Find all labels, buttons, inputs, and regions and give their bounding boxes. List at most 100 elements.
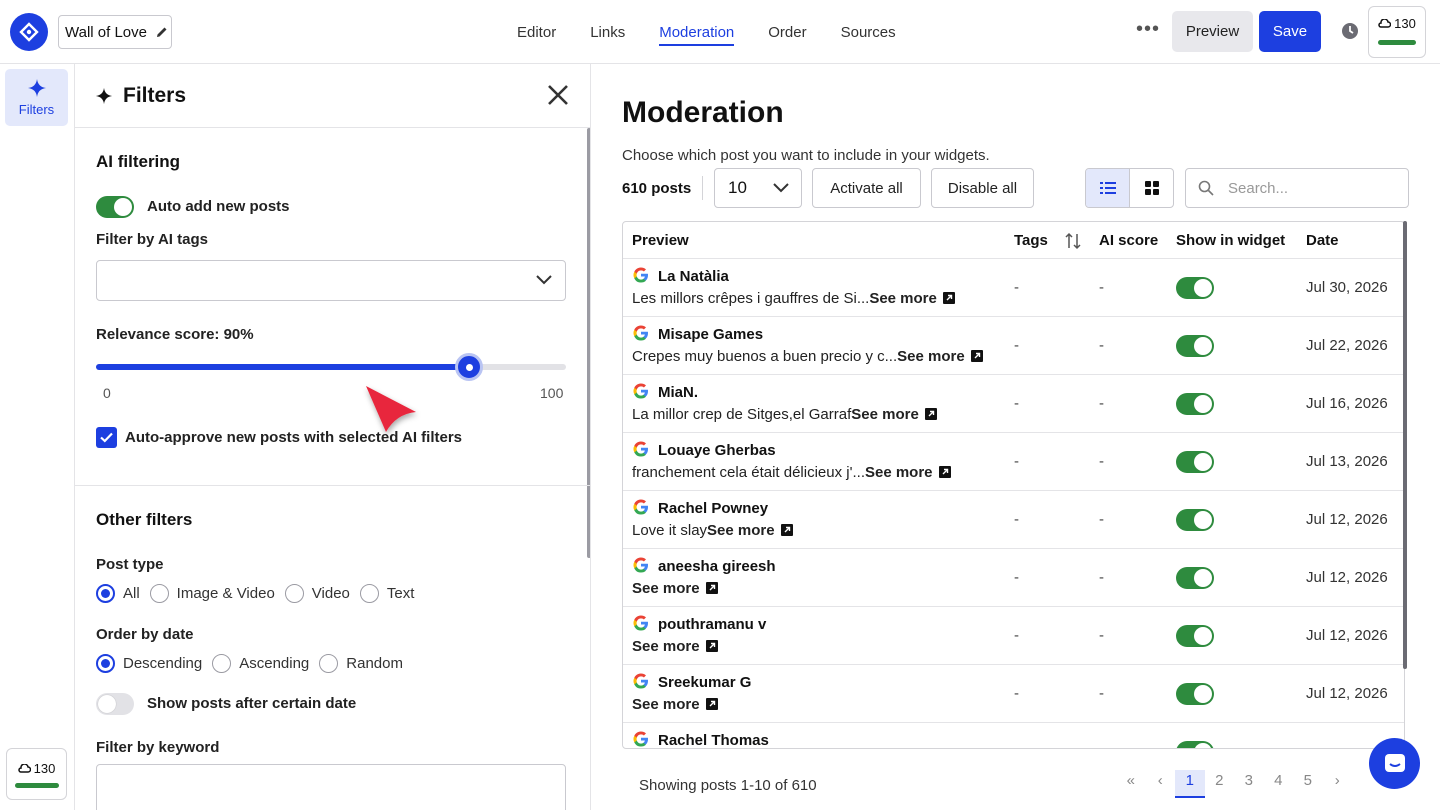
search-field[interactable] — [1185, 168, 1409, 208]
ai-score-cell: - — [1099, 337, 1104, 354]
chevron-down-icon — [773, 183, 789, 193]
chevron-down-icon — [536, 275, 552, 285]
chat-support-button[interactable] — [1369, 738, 1420, 789]
project-name-field[interactable]: Wall of Love — [58, 15, 172, 49]
ai-score-cell: - — [1099, 511, 1104, 528]
external-link-icon[interactable] — [933, 464, 951, 481]
show-in-widget-toggle[interactable] — [1176, 509, 1214, 531]
grid-view-button[interactable] — [1130, 169, 1173, 207]
save-button[interactable]: Save — [1259, 11, 1321, 52]
post-type-label: Post type — [96, 556, 164, 573]
table-header: Preview Tags AI score Show in widget Dat… — [623, 222, 1404, 259]
post-date: Jul 13, 2026 — [1306, 453, 1388, 470]
external-link-icon[interactable] — [775, 522, 793, 539]
credits-widget[interactable]: 130 — [1368, 6, 1426, 58]
close-icon[interactable] — [545, 82, 571, 108]
order-ascending-radio[interactable] — [212, 654, 232, 673]
tags-cell: - — [1014, 511, 1019, 528]
tab-links[interactable]: Links — [573, 0, 642, 64]
show-in-widget-toggle[interactable] — [1176, 683, 1214, 705]
tags-cell: - — [1014, 569, 1019, 586]
see-more-link[interactable]: See more — [869, 290, 937, 307]
grid-icon — [1144, 181, 1159, 195]
order-descending-label: Descending — [123, 655, 203, 672]
page-1-button[interactable]: 1 — [1175, 770, 1205, 798]
show-in-widget-toggle[interactable] — [1176, 451, 1214, 473]
tab-editor[interactable]: Editor — [500, 0, 573, 64]
table-scrollbar[interactable] — [1403, 221, 1407, 669]
show-in-widget-toggle[interactable] — [1176, 567, 1214, 589]
page-3-button[interactable]: 3 — [1234, 770, 1264, 798]
post-snippet: La millor crep de Sitges,el GarrafSee mo… — [632, 406, 937, 423]
ai-score-cell: - — [1099, 627, 1104, 644]
ai-score-cell: - — [1099, 453, 1104, 470]
relevance-slider-thumb[interactable] — [455, 353, 483, 381]
cloud-icon — [1378, 18, 1392, 28]
app-logo[interactable] — [10, 13, 48, 51]
see-more-link[interactable]: See more — [707, 522, 775, 539]
order-radio-group: Descending Ascending Random — [96, 654, 413, 673]
credits-widget-bottom[interactable]: 130 — [6, 748, 67, 800]
prev-page-icon[interactable]: ‹ — [1146, 770, 1176, 798]
per-page-select[interactable]: 10 — [714, 168, 802, 208]
page-5-button[interactable]: 5 — [1293, 770, 1323, 798]
post-date: Jul 12, 2026 — [1306, 627, 1388, 644]
post-date: Jul 16, 2026 — [1306, 395, 1388, 412]
show-in-widget-toggle[interactable] — [1176, 625, 1214, 647]
disable-all-button[interactable]: Disable all — [931, 168, 1034, 208]
external-link-icon[interactable] — [700, 638, 718, 655]
slider-max-label: 100 — [540, 385, 564, 401]
see-more-link[interactable]: See more — [851, 406, 919, 423]
show-in-widget-toggle[interactable] — [1176, 277, 1214, 299]
first-page-icon[interactable]: « — [1116, 770, 1146, 798]
see-more-link[interactable]: See more — [632, 696, 700, 713]
see-more-link[interactable]: See more — [632, 638, 700, 655]
external-link-icon[interactable] — [700, 580, 718, 597]
order-descending-radio[interactable] — [96, 654, 115, 673]
rail-filters-button[interactable]: Filters — [5, 69, 68, 126]
external-link-icon[interactable] — [700, 696, 718, 713]
post-type-text-radio[interactable] — [359, 584, 379, 603]
activate-all-button[interactable]: Activate all — [812, 168, 921, 208]
page-4-button[interactable]: 4 — [1264, 770, 1294, 798]
order-ascending-label: Ascending — [239, 655, 310, 672]
post-snippet: Les millors crêpes i gauffres de Si...Se… — [632, 290, 955, 307]
order-random-radio[interactable] — [319, 654, 339, 673]
history-clock-icon[interactable] — [1341, 22, 1359, 45]
page-2-button[interactable]: 2 — [1205, 770, 1235, 798]
show-in-widget-toggle[interactable] — [1176, 741, 1214, 748]
more-options-icon[interactable]: ••• — [1136, 18, 1160, 41]
tags-cell: - — [1014, 685, 1019, 702]
show-in-widget-toggle[interactable] — [1176, 335, 1214, 357]
see-more-link[interactable]: See more — [632, 580, 700, 597]
tab-moderation[interactable]: Moderation — [642, 0, 751, 64]
post-snippet: See more — [632, 638, 718, 655]
preview-button[interactable]: Preview — [1172, 11, 1253, 52]
ai-tags-select[interactable] — [96, 260, 566, 301]
auto-add-toggle[interactable] — [96, 196, 134, 218]
post-type-all-radio[interactable] — [96, 584, 115, 603]
external-link-icon[interactable] — [965, 348, 983, 365]
external-link-icon[interactable] — [919, 406, 937, 423]
table-row: pouthramanu v See more - - Jul 12, 2026 — [623, 607, 1404, 665]
relevance-slider[interactable] — [96, 353, 566, 381]
page-title: Moderation — [622, 96, 784, 129]
see-more-link[interactable]: See more — [865, 464, 933, 481]
post-type-video-radio[interactable] — [284, 584, 304, 603]
post-type-image-video-radio[interactable] — [149, 584, 169, 603]
main-tabs: Editor Links Moderation Order Sources — [500, 0, 913, 64]
tags-cell: - — [1014, 453, 1019, 470]
relevance-slider-fill — [96, 364, 469, 370]
tab-order[interactable]: Order — [751, 0, 823, 64]
tab-sources[interactable]: Sources — [824, 0, 913, 64]
sort-icon[interactable] — [1065, 232, 1081, 250]
keyword-input[interactable] — [96, 764, 566, 810]
auto-approve-checkbox[interactable] — [96, 427, 117, 448]
see-more-link[interactable]: See more — [897, 348, 965, 365]
show-in-widget-toggle[interactable] — [1176, 393, 1214, 415]
list-view-button[interactable] — [1086, 169, 1130, 207]
show-after-date-toggle[interactable] — [96, 693, 134, 715]
next-page-icon[interactable]: › — [1323, 770, 1353, 798]
external-link-icon[interactable] — [937, 290, 955, 307]
search-input[interactable] — [1228, 179, 1388, 197]
